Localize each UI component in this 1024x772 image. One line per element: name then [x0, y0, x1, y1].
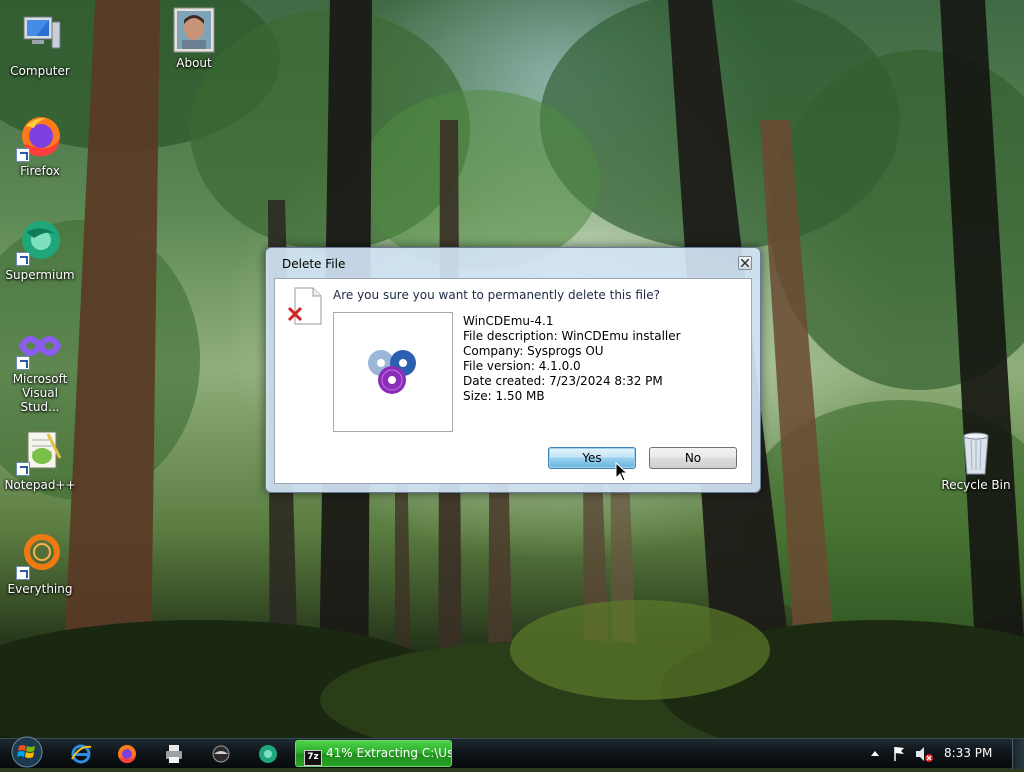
desktop-icon-notepadpp[interactable]: Notepad++	[2, 428, 78, 492]
file-version: File version: 4.1.0.0	[463, 359, 581, 373]
volume-muted-icon[interactable]	[914, 739, 934, 769]
desktop-icon-visual-studio[interactable]: Microsoft Visual Stud...	[2, 322, 78, 414]
firefox-icon[interactable]	[116, 743, 138, 765]
recycle-bin-icon	[952, 428, 1000, 476]
dialog-titlebar[interactable]: Delete File	[266, 248, 760, 278]
shortcut-arrow-icon	[16, 356, 30, 370]
desktop-icon-supermium[interactable]: Supermium	[2, 218, 78, 282]
shortcut-arrow-icon	[16, 566, 30, 580]
shortcut-arrow-icon	[16, 252, 30, 266]
user-photo-icon	[170, 6, 218, 54]
desktop-icon-label: Computer	[10, 64, 70, 78]
desktop-icon-label: Recycle Bin	[941, 478, 1011, 492]
supermium-icon	[16, 218, 64, 266]
delete-file-icon	[287, 287, 322, 325]
desktop-icon-label: Firefox	[20, 164, 60, 178]
desktop-icon-label: Microsoft Visual Stud...	[12, 372, 68, 414]
dialog-body: Are you sure you want to permanently del…	[274, 278, 752, 484]
desktop-icon-computer[interactable]: Computer	[2, 14, 78, 78]
computer-icon	[16, 14, 64, 62]
desktop-icon-about[interactable]: About	[156, 6, 232, 70]
file-description: File description: WinCDEmu installer	[463, 329, 681, 343]
no-button[interactable]: No	[649, 447, 737, 469]
mouse-cursor-icon	[615, 462, 629, 482]
visual-studio-icon	[16, 322, 64, 370]
file-company: Company: Sysprogs OU	[463, 344, 604, 358]
supermium-icon[interactable]	[257, 743, 279, 765]
start-button[interactable]	[8, 735, 46, 769]
desktop-icon-label: Everything	[7, 582, 73, 596]
file-details: WinCDEmu-4.1 File description: WinCDEmu …	[463, 314, 681, 404]
close-button[interactable]	[738, 256, 752, 270]
taskbar: 7z 41% Extracting C:\Us... 8:33 PM	[0, 735, 1024, 769]
7zip-icon: 7z	[304, 750, 322, 766]
dialog-title: Delete File	[282, 257, 346, 271]
desktop[interactable]: Computer About Firefox Supermium Microso…	[0, 0, 1024, 738]
file-thumbnail	[333, 312, 453, 432]
shortcut-arrow-icon	[16, 462, 30, 476]
delete-file-dialog[interactable]: Delete File Are you sure you want to per…	[265, 247, 761, 493]
show-hidden-icons-icon[interactable]	[868, 739, 882, 769]
desktop-icon-label: About	[176, 56, 212, 70]
windows-logo-icon	[11, 736, 43, 768]
action-center-flag-icon[interactable]	[890, 739, 908, 769]
file-name: WinCDEmu-4.1	[463, 314, 554, 328]
desktop-icon-label: Supermium	[5, 268, 75, 282]
file-size: Size: 1.50 MB	[463, 389, 545, 403]
desktop-icon-everything[interactable]: Everything	[2, 532, 78, 596]
desktop-icon-label: Notepad++	[4, 478, 76, 492]
taskbar-clock[interactable]: 8:33 PM	[944, 746, 992, 760]
wincdemu-icon	[368, 350, 416, 394]
firefox-icon	[16, 114, 64, 162]
show-desktop-button[interactable]	[1012, 739, 1024, 769]
notepadpp-icon	[16, 428, 64, 476]
media-icon[interactable]	[210, 743, 232, 765]
printer-icon[interactable]	[163, 743, 185, 765]
desktop-icon-recycle-bin[interactable]: Recycle Bin	[938, 428, 1014, 492]
file-date-created: Date created: 7/23/2024 8:32 PM	[463, 374, 663, 388]
taskbar-task-7zip-extracting[interactable]: 7z 41% Extracting C:\Us...	[295, 740, 452, 767]
everything-icon	[16, 532, 64, 580]
confirm-question: Are you sure you want to permanently del…	[333, 288, 660, 302]
desktop-icon-firefox[interactable]: Firefox	[2, 114, 78, 178]
task-label: 41% Extracting C:\Us...	[326, 746, 452, 760]
internet-explorer-icon[interactable]	[70, 743, 92, 765]
shortcut-arrow-icon	[16, 148, 30, 162]
close-icon	[741, 259, 749, 267]
